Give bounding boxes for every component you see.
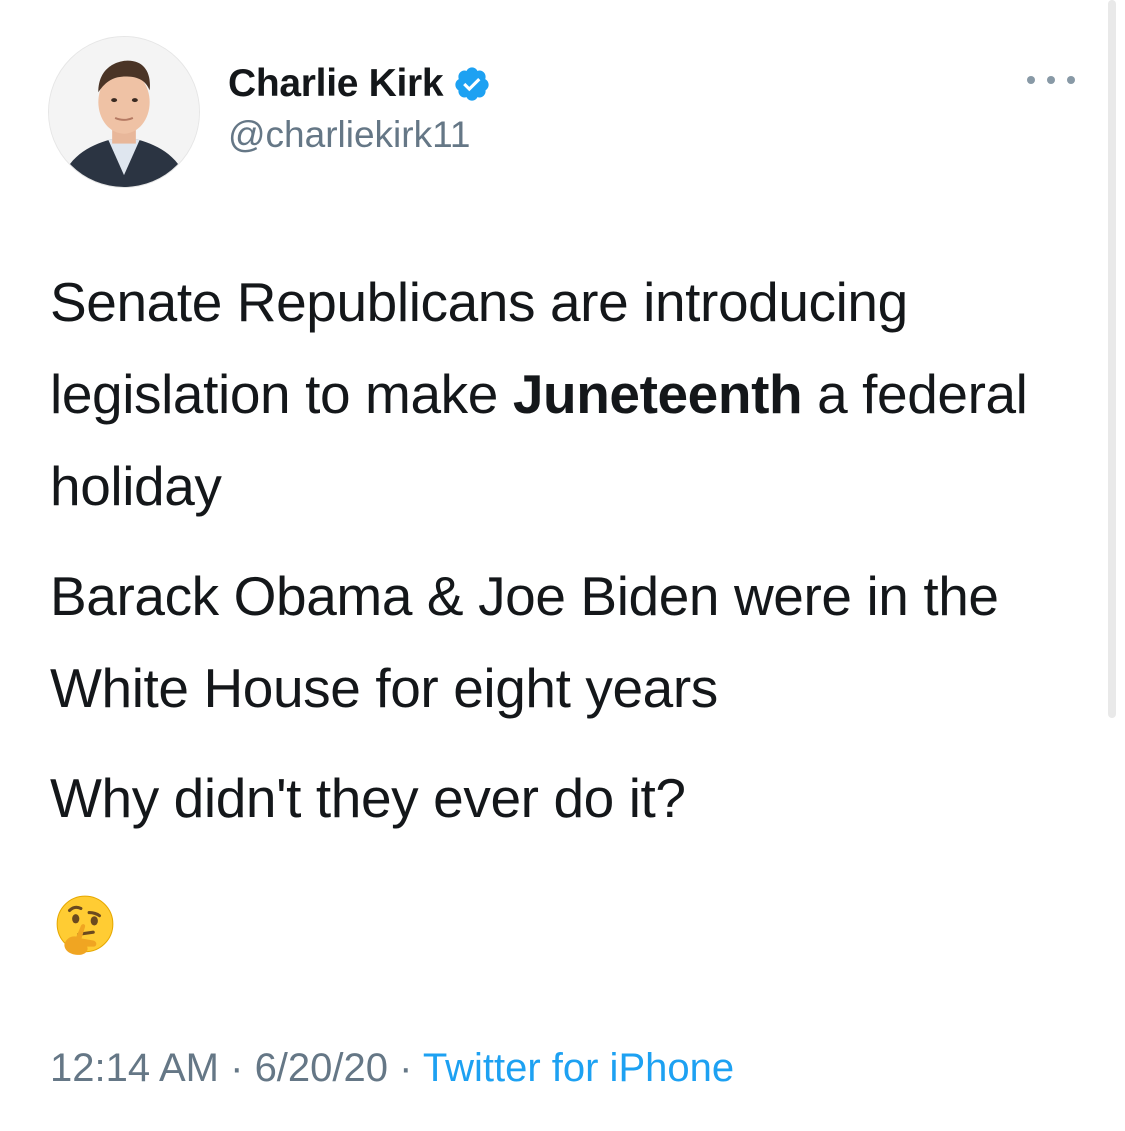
- more-horizontal-icon: [1027, 76, 1035, 84]
- tweet-bold-text: Juneteenth: [512, 363, 803, 425]
- more-options-button[interactable]: [1027, 70, 1075, 90]
- thinking-face-emoji-icon: [52, 893, 118, 959]
- meta-separator: ·: [219, 1046, 255, 1090]
- more-horizontal-icon: [1047, 76, 1055, 84]
- tweet-paragraph: Barack Obama & Joe Biden were in the Whi…: [50, 565, 999, 719]
- more-horizontal-icon: [1067, 76, 1075, 84]
- author-name-row[interactable]: Charlie Kirk: [228, 60, 491, 108]
- tweet-detail: Charlie Kirk @charliekirk11 Senate Repub…: [0, 0, 1125, 1131]
- tweet-source-link[interactable]: Twitter for iPhone: [423, 1046, 734, 1090]
- verified-badge-icon: [453, 65, 491, 103]
- tweet-paragraph: Why didn't they ever do it?: [50, 767, 686, 829]
- profile-photo: [49, 37, 199, 187]
- avatar[interactable]: [48, 36, 200, 188]
- tweet-paragraph: Senate Republicans are introducing legis…: [50, 256, 1080, 532]
- tweet-time[interactable]: 12:14 AM: [50, 1046, 219, 1090]
- scrollbar[interactable]: [1108, 0, 1116, 718]
- display-name[interactable]: Charlie Kirk: [228, 62, 444, 106]
- tweet-meta: 12:14 AM · 6/20/20 · Twitter for iPhone: [50, 1046, 734, 1091]
- tweet-date[interactable]: 6/20/20: [255, 1046, 388, 1090]
- tweet-text: Senate Republicans are introducing legis…: [50, 256, 1080, 844]
- author-handle[interactable]: @charliekirk11: [228, 114, 471, 156]
- meta-separator: ·: [388, 1046, 423, 1090]
